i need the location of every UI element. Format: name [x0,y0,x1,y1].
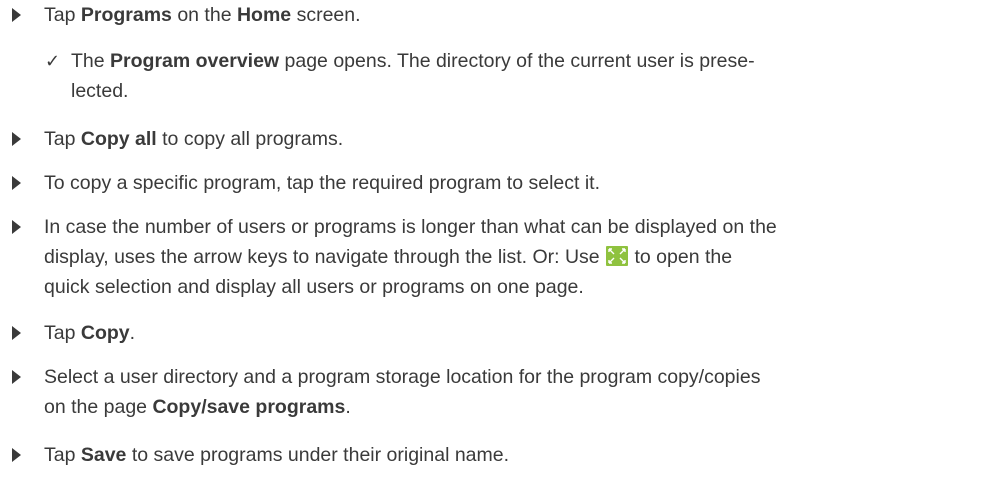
step-line-3: quick selection and display all users or… [44,276,584,298]
triangle-bullet-icon [12,220,21,234]
step-text: In case the number of users or programs … [44,212,971,302]
step-line-2: on the page Copy/save programs. [44,396,351,418]
result-line-2: lected. [71,80,129,102]
triangle-bullet-icon [12,326,21,340]
step-navigate-list: In case the number of users or programs … [0,212,1001,302]
step-text: Tap Save to save programs under their or… [44,444,510,466]
step-text: Select a user directory and a program st… [44,362,971,422]
triangle-bullet-icon [12,8,21,22]
step-tap-copy: Tap Copy. [0,318,1001,348]
step-copy-all: Tap Copy all to copy all programs. [0,124,1001,154]
step-text: Tap Programs on the Home screen. [44,4,361,26]
step-line-1: Select a user directory and a program st… [44,366,761,388]
result-text: The Program overview page opens. The dir… [71,46,971,106]
result-line-1: The Program overview page opens. The dir… [71,50,755,72]
instruction-list: Tap Programs on the Home screen. ✓ The P… [0,0,1001,491]
step-result-program-overview: ✓ The Program overview page opens. The d… [0,46,1001,106]
step-text: To copy a specific program, tap the requ… [44,172,601,194]
step-select-directory: Select a user directory and a program st… [0,362,1001,422]
step-line-1: In case the number of users or programs … [44,216,777,238]
expand-arrows-icon [606,246,629,266]
step-tap-programs: Tap Programs on the Home screen. [0,0,1001,30]
step-line-2: display, uses the arrow keys to navigate… [44,246,733,268]
step-text: Tap Copy. [44,322,136,344]
step-text: Tap Copy all to copy all programs. [44,128,344,150]
triangle-bullet-icon [12,176,21,190]
checkmark-icon: ✓ [45,51,61,71]
triangle-bullet-icon [12,132,21,146]
triangle-bullet-icon [12,370,21,384]
step-tap-save: Tap Save to save programs under their or… [0,440,1001,470]
triangle-bullet-icon [12,448,21,462]
step-copy-specific: To copy a specific program, tap the requ… [0,168,1001,198]
